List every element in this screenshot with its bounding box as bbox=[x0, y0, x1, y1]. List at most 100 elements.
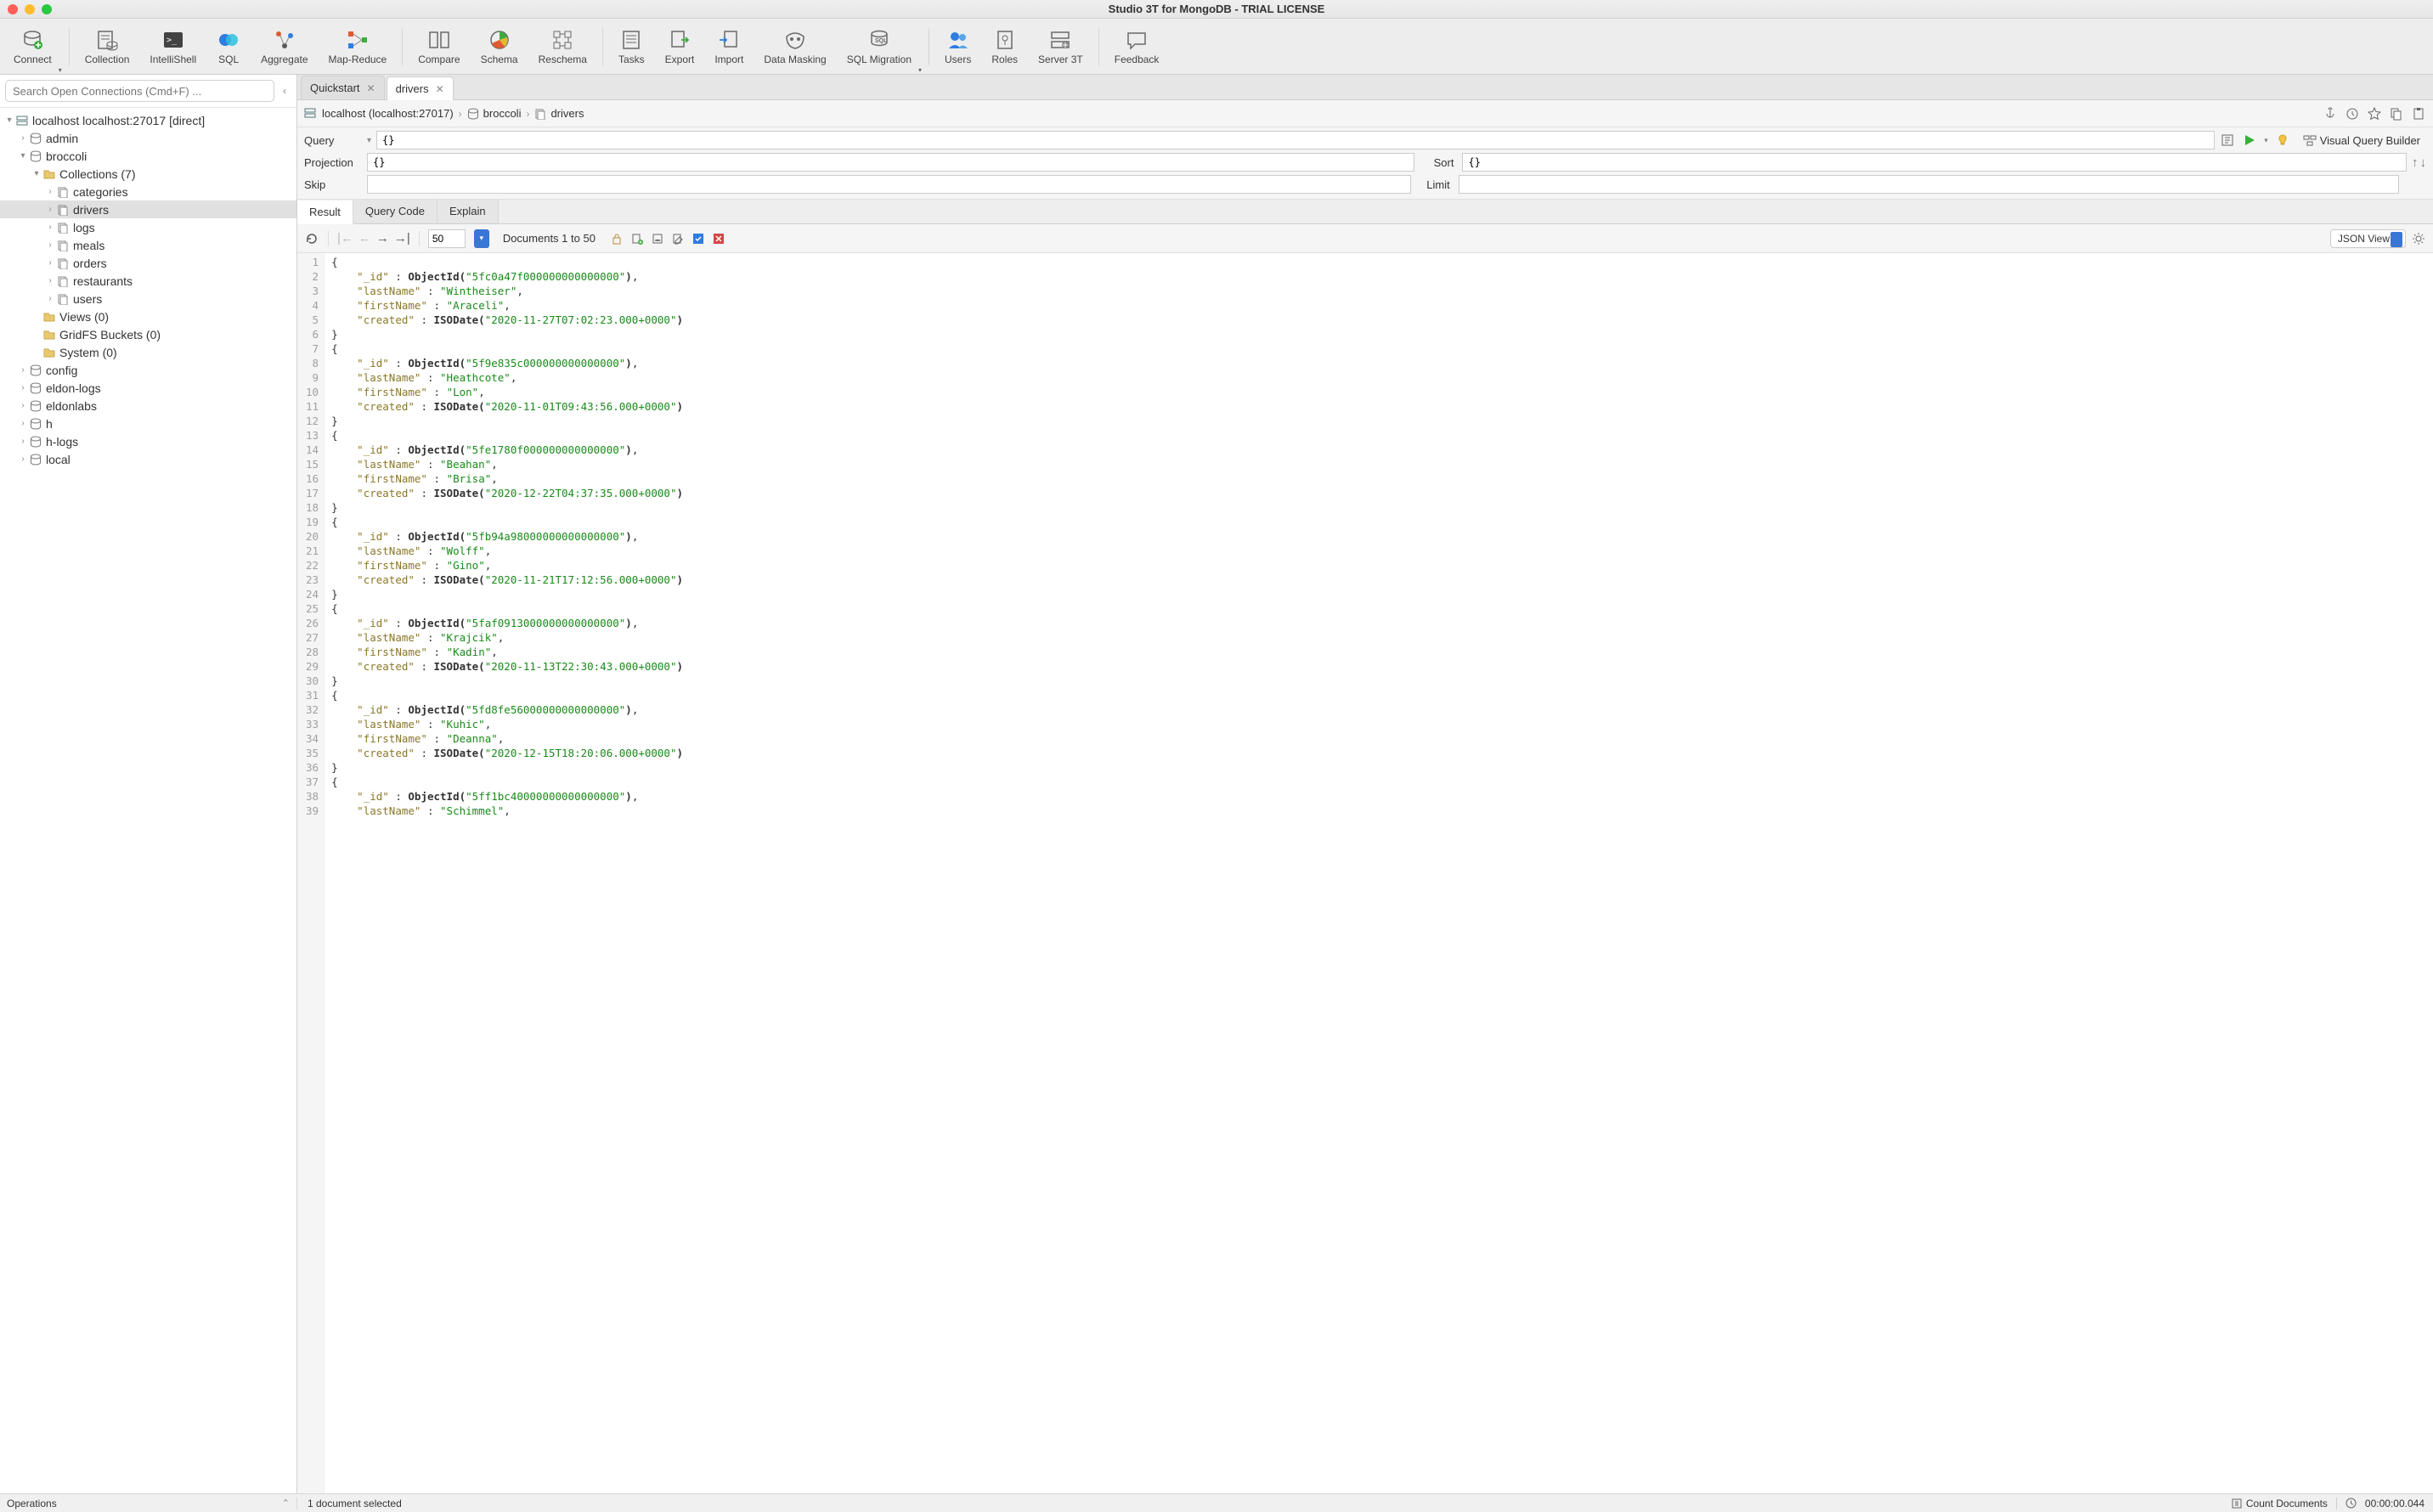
breadcrumb-collection[interactable]: drivers bbox=[534, 107, 584, 120]
tree-coll-drivers[interactable]: ›drivers bbox=[0, 200, 296, 218]
data-masking-button[interactable]: Data Masking bbox=[755, 25, 834, 69]
tree-gridfs-folder[interactable]: GridFS Buckets (0) bbox=[0, 325, 296, 343]
tree-coll-orders[interactable]: ›orders bbox=[0, 254, 296, 272]
hint-icon[interactable] bbox=[2275, 133, 2290, 148]
close-icon[interactable]: ✕ bbox=[367, 82, 375, 94]
users-button[interactable]: Users bbox=[936, 25, 979, 69]
paste-icon[interactable] bbox=[2411, 106, 2426, 121]
star-icon[interactable] bbox=[2367, 106, 2382, 121]
sql-migration-button[interactable]: SQL SQL Migration bbox=[838, 25, 920, 69]
dropdown-arrow-icon[interactable]: ▾ bbox=[59, 66, 62, 74]
skip-input[interactable] bbox=[367, 175, 1411, 194]
feedback-button[interactable]: Feedback bbox=[1106, 25, 1168, 69]
search-input[interactable] bbox=[5, 80, 274, 102]
projection-input[interactable] bbox=[367, 153, 1414, 172]
tab-drivers[interactable]: drivers ✕ bbox=[387, 76, 454, 100]
dropdown-arrow-icon[interactable]: ▾ bbox=[918, 66, 922, 74]
last-page-icon[interactable]: →| bbox=[394, 231, 410, 245]
compare-button[interactable]: Compare bbox=[409, 25, 468, 69]
tree-db-admin[interactable]: › admin bbox=[0, 129, 296, 147]
tree-db-h-logs[interactable]: ›h-logs bbox=[0, 432, 296, 450]
tab-result[interactable]: Result bbox=[297, 200, 353, 224]
update-document-icon[interactable] bbox=[691, 231, 706, 246]
roles-button[interactable]: Roles bbox=[983, 25, 1026, 69]
tree-system-folder[interactable]: System (0) bbox=[0, 343, 296, 361]
tree-coll-meals[interactable]: ›meals bbox=[0, 236, 296, 254]
intellishell-button[interactable]: >_ IntelliShell bbox=[141, 25, 205, 69]
tab-explain[interactable]: Explain bbox=[437, 200, 499, 223]
server-3t-button[interactable]: Server 3T bbox=[1030, 25, 1092, 69]
tab-quickstart[interactable]: Quickstart ✕ bbox=[301, 76, 385, 99]
export-button[interactable]: Export bbox=[657, 25, 703, 69]
tree-collections-folder[interactable]: ▾ Collections (7) bbox=[0, 165, 296, 183]
chevron-down-icon[interactable]: ▾ bbox=[367, 136, 371, 145]
tree-db-eldonlabs[interactable]: ›eldonlabs bbox=[0, 397, 296, 415]
prev-page-icon[interactable]: ← bbox=[358, 231, 371, 245]
tasks-icon bbox=[619, 28, 643, 52]
visual-query-builder-button[interactable]: Visual Query Builder bbox=[2297, 131, 2426, 150]
sql-button[interactable]: SQL bbox=[208, 25, 249, 69]
sort-input[interactable] bbox=[1462, 153, 2407, 172]
tree-coll-logs[interactable]: ›logs bbox=[0, 218, 296, 236]
run-query-icon[interactable] bbox=[2242, 133, 2257, 148]
tree-db-broccoli[interactable]: ▾ broccoli bbox=[0, 147, 296, 165]
anchor-icon[interactable] bbox=[2323, 106, 2338, 121]
chevron-up-icon[interactable]: ⌃ bbox=[282, 1498, 290, 1509]
sort-asc-icon[interactable]: ↑ bbox=[2412, 155, 2419, 170]
first-page-icon[interactable]: |← bbox=[337, 231, 353, 245]
server-icon bbox=[304, 107, 318, 121]
edit-query-icon[interactable] bbox=[2220, 133, 2235, 148]
window-close-icon[interactable] bbox=[8, 4, 18, 14]
reschema-button[interactable]: Reschema bbox=[530, 25, 596, 69]
tab-query-code[interactable]: Query Code bbox=[353, 200, 437, 223]
tree-db-eldon-logs[interactable]: ›eldon-logs bbox=[0, 379, 296, 397]
lock-icon[interactable] bbox=[609, 231, 624, 246]
collection-button[interactable]: Collection bbox=[76, 25, 138, 69]
tree-db-config[interactable]: ›config bbox=[0, 361, 296, 379]
breadcrumb-database[interactable]: broccoli bbox=[467, 107, 522, 120]
aggregate-button[interactable]: Aggregate bbox=[252, 25, 316, 69]
json-code[interactable]: { "_id" : ObjectId("5fc0a47f000000000000… bbox=[325, 253, 690, 1493]
close-icon[interactable]: ✕ bbox=[436, 83, 444, 95]
dropdown-arrow-icon[interactable]: ▾ bbox=[2264, 136, 2268, 145]
tree-coll-categories[interactable]: ›categories bbox=[0, 183, 296, 200]
history-icon[interactable] bbox=[2345, 106, 2360, 121]
connection-tree[interactable]: ▾ localhost localhost:27017 [direct] › a… bbox=[0, 108, 296, 1493]
edit-document-icon[interactable] bbox=[670, 231, 686, 246]
sort-desc-icon[interactable]: ↓ bbox=[2420, 155, 2427, 170]
tree-connection[interactable]: ▾ localhost localhost:27017 [direct] bbox=[0, 111, 296, 129]
page-size-input[interactable] bbox=[428, 229, 466, 248]
add-document-icon[interactable] bbox=[629, 231, 645, 246]
operations-panel-toggle[interactable]: Operations bbox=[7, 1498, 282, 1509]
window-zoom-icon[interactable] bbox=[42, 4, 52, 14]
copy-icon[interactable] bbox=[2389, 106, 2404, 121]
chevron-down-icon[interactable]: ▾ bbox=[3, 116, 15, 125]
tree-views-folder[interactable]: Views (0) bbox=[0, 307, 296, 325]
delete-document-icon[interactable] bbox=[711, 231, 726, 246]
schema-button[interactable]: Schema bbox=[472, 25, 527, 69]
refresh-icon[interactable] bbox=[304, 231, 319, 246]
collapse-sidebar-icon[interactable]: ‹ bbox=[278, 85, 291, 97]
tasks-button[interactable]: Tasks bbox=[610, 25, 653, 69]
folder-icon bbox=[42, 328, 56, 341]
window-minimize-icon[interactable] bbox=[25, 4, 35, 14]
connect-button[interactable]: Connect bbox=[5, 25, 60, 69]
svg-text:SQL: SQL bbox=[875, 38, 888, 44]
limit-input[interactable] bbox=[1459, 175, 2399, 194]
view-mode-select[interactable]: JSON View bbox=[2330, 229, 2406, 248]
import-icon bbox=[717, 28, 741, 52]
page-size-dropdown[interactable]: ▾ bbox=[474, 229, 489, 248]
tree-coll-users[interactable]: ›users bbox=[0, 290, 296, 307]
import-button[interactable]: Import bbox=[706, 25, 752, 69]
tree-db-h[interactable]: ›h bbox=[0, 415, 296, 432]
tree-coll-restaurants[interactable]: ›restaurants bbox=[0, 272, 296, 290]
count-documents-button[interactable]: Count Documents bbox=[2231, 1498, 2328, 1509]
json-viewer[interactable]: 1234567891011121314151617181920212223242… bbox=[297, 253, 2433, 1493]
map-reduce-button[interactable]: Map-Reduce bbox=[320, 25, 396, 69]
tree-db-local[interactable]: ›local bbox=[0, 450, 296, 468]
query-input[interactable] bbox=[376, 131, 2215, 150]
breadcrumb-connection[interactable]: localhost (localhost:27017) bbox=[304, 107, 454, 121]
settings-icon[interactable] bbox=[2411, 231, 2426, 246]
next-page-icon[interactable]: → bbox=[376, 231, 389, 245]
view-document-icon[interactable] bbox=[650, 231, 665, 246]
